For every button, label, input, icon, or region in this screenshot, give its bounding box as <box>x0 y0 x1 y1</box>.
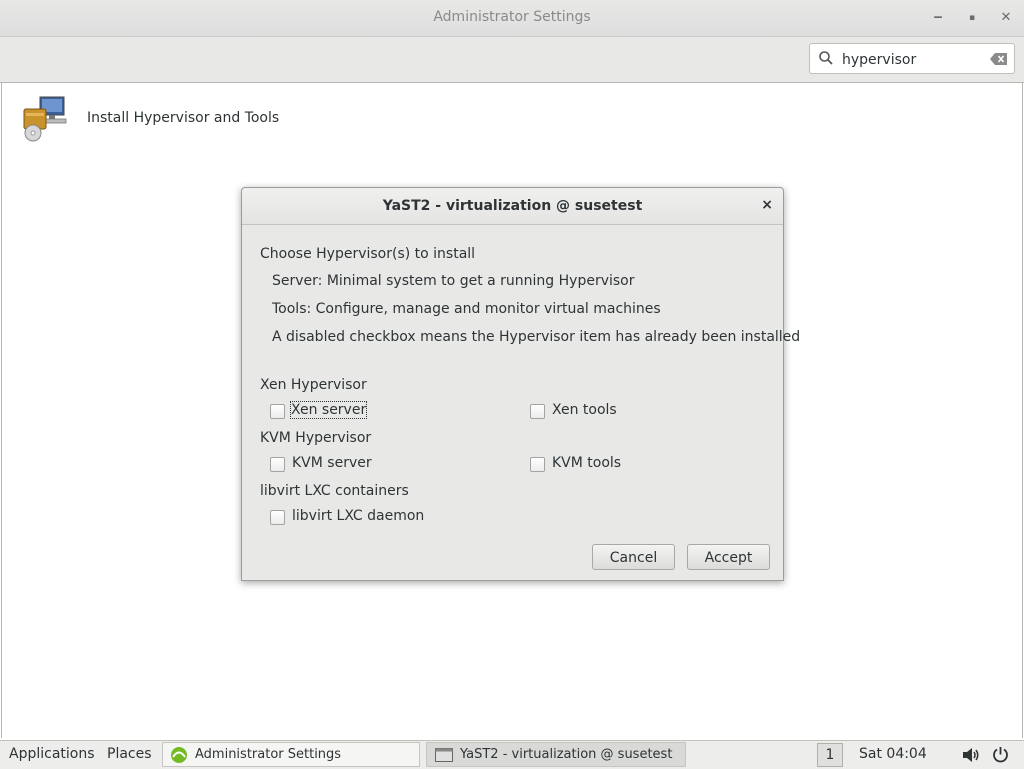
workspace-indicator[interactable]: 1 <box>817 743 843 767</box>
close-button[interactable]: ✕ <box>996 8 1016 28</box>
applications-menu[interactable]: Applications <box>9 741 95 769</box>
dialog-titlebar[interactable]: YaST2 - virtualization @ susetest × <box>242 188 783 225</box>
kvm-server-checkbox[interactable] <box>270 457 285 472</box>
virtualization-dialog: YaST2 - virtualization @ susetest × Choo… <box>241 187 800 581</box>
toolbar <box>0 37 1024 83</box>
info-line-tools: Tools: Configure, manage and monitor vir… <box>272 301 661 317</box>
info-line-disabled: A disabled checkbox means the Hypervisor… <box>272 329 801 345</box>
module-label: Install Hypervisor and Tools <box>87 110 280 126</box>
clock[interactable]: Sat 04:04 <box>859 741 927 769</box>
yast-icon <box>171 747 187 763</box>
cancel-button[interactable]: Cancel <box>592 544 675 570</box>
task-yast2-virtualization[interactable]: YaST2 - virtualization @ susetest <box>426 742 686 767</box>
search-icon <box>819 51 833 65</box>
xen-server-label[interactable]: Xen server <box>289 401 368 419</box>
maximize-button[interactable]: ▪ <box>962 8 982 28</box>
search-input[interactable] <box>840 49 984 71</box>
minimize-button[interactable]: ‒ <box>928 8 948 28</box>
dialog-title: YaST2 - virtualization @ susetest <box>382 198 643 214</box>
titlebar[interactable]: Administrator Settings ‒ ▪ ✕ <box>0 0 1024 37</box>
volume-icon[interactable] <box>962 747 980 763</box>
xen-server-checkbox[interactable] <box>270 404 285 419</box>
accept-button[interactable]: Accept <box>687 544 770 570</box>
xen-tools-checkbox[interactable] <box>530 404 545 419</box>
window-title: Administrator Settings <box>433 9 591 25</box>
kvm-tools-checkbox[interactable] <box>530 457 545 472</box>
task-label: YaST2 - virtualization @ susetest <box>460 747 673 762</box>
places-menu[interactable]: Places <box>107 741 152 769</box>
hypervisor-install-icon <box>23 96 67 142</box>
taskbar: Applications Places Administrator Settin… <box>0 740 1024 769</box>
group-label-lxc: libvirt LXC containers <box>260 483 409 499</box>
info-line-server: Server: Minimal system to get a running … <box>272 273 635 289</box>
group-label-xen: Xen Hypervisor <box>260 377 367 393</box>
dialog-heading: Choose Hypervisor(s) to install <box>260 246 476 262</box>
xen-tools-label[interactable]: Xen tools <box>552 402 617 418</box>
lxc-daemon-checkbox[interactable] <box>270 510 285 525</box>
dialog-close-icon[interactable]: × <box>761 197 773 213</box>
lxc-daemon-label[interactable]: libvirt LXC daemon <box>292 508 424 524</box>
search-box[interactable] <box>809 43 1015 74</box>
window-icon <box>435 748 453 762</box>
task-label: Administrator Settings <box>195 747 342 762</box>
kvm-tools-label[interactable]: KVM tools <box>552 455 621 471</box>
group-label-kvm: KVM Hypervisor <box>260 430 372 446</box>
kvm-server-label[interactable]: KVM server <box>292 455 372 471</box>
task-administrator-settings[interactable]: Administrator Settings <box>162 742 420 767</box>
clear-search-icon[interactable] <box>990 52 1008 66</box>
power-icon[interactable] <box>992 746 1009 763</box>
